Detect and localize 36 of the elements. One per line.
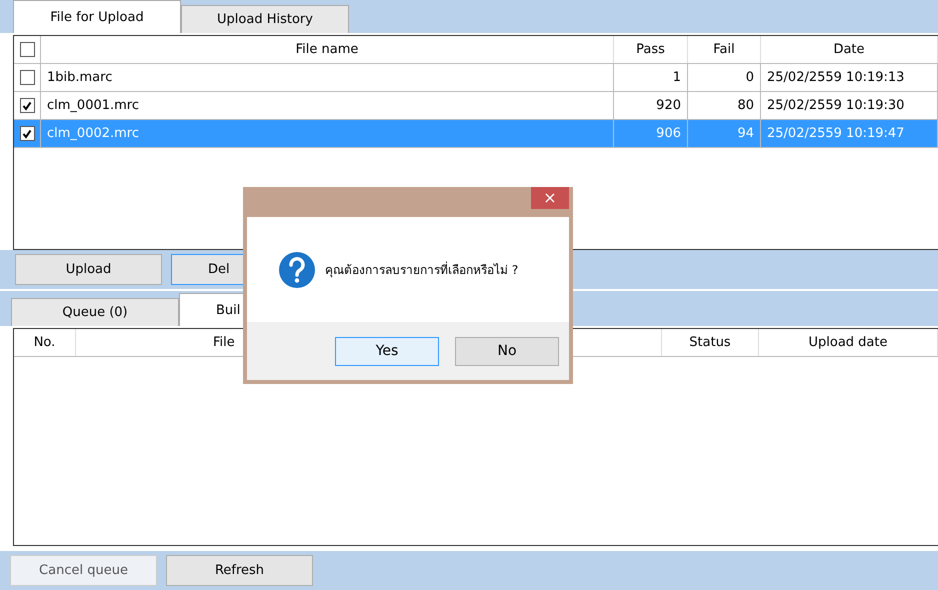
dialog-button[interactable]: Yes <box>335 336 439 366</box>
column-header: File name <box>41 36 614 63</box>
row-checkbox[interactable] <box>20 98 34 113</box>
table-cell: 25/02/2559 10:19:30 <box>761 92 938 119</box>
question-icon <box>279 252 315 288</box>
row-checkbox[interactable] <box>20 126 34 141</box>
column-header: Fail <box>688 36 761 63</box>
table-cell: clm_0001.mrc <box>41 92 614 119</box>
tab[interactable]: Queue (0) <box>11 298 179 326</box>
table-cell: 906 <box>614 120 688 147</box>
table-cell: 0 <box>688 64 761 91</box>
table-cell: 1bib.marc <box>41 64 614 91</box>
table-row[interactable]: 1bib.marc 1 0 25/02/2559 10:19:13 <box>14 64 938 92</box>
close-button[interactable]: × <box>531 187 569 209</box>
table-cell: 920 <box>614 92 688 119</box>
select-all-checkbox[interactable] <box>20 42 34 57</box>
check-icon <box>22 100 32 110</box>
column-header: No. <box>14 329 76 356</box>
table-cell: 25/02/2559 10:19:13 <box>761 64 938 91</box>
column-header: Status <box>662 329 759 356</box>
column-header: Upload date <box>759 329 938 356</box>
row-checkbox[interactable] <box>20 70 34 85</box>
dialog-button[interactable]: No <box>455 336 559 366</box>
table-cell: 80 <box>688 92 761 119</box>
action-button[interactable]: Refresh <box>166 555 313 586</box>
check-icon <box>22 128 32 138</box>
tab[interactable]: Upload History <box>181 5 349 33</box>
column-header: Pass <box>614 36 688 63</box>
table-cell: 94 <box>688 120 761 147</box>
tab[interactable]: File for Upload <box>13 0 181 33</box>
table-cell: 1 <box>614 64 688 91</box>
column-header: Date <box>761 36 938 63</box>
action-button[interactable]: Upload <box>15 254 162 285</box>
table-cell: clm_0002.mrc <box>41 120 614 147</box>
dialog-message: คุณต้องการลบรายการที่เลือกหรือไม่ ? <box>325 260 518 279</box>
table-cell: 25/02/2559 10:19:47 <box>761 120 938 147</box>
